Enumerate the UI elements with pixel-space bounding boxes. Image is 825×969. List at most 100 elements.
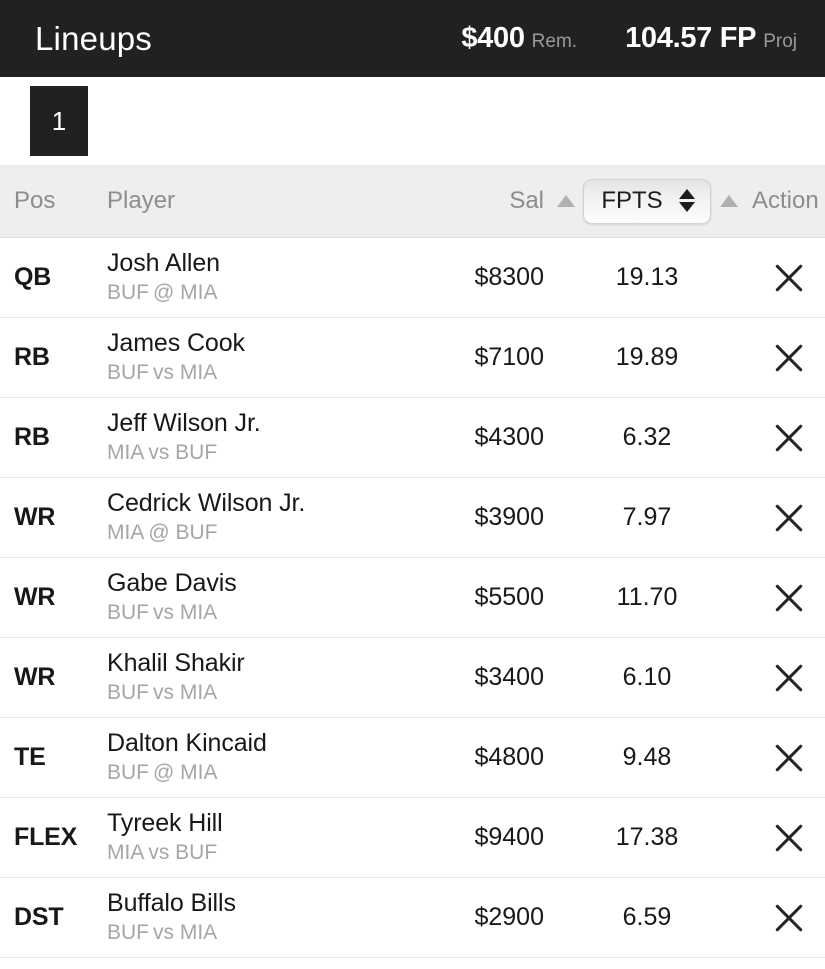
player-opponent: vs MIA xyxy=(153,360,218,384)
lineup-tab-strip: 1 xyxy=(0,77,825,165)
remove-player-button[interactable] xyxy=(752,901,825,935)
player-matchup: BUF vs MIA xyxy=(107,600,217,626)
close-icon xyxy=(772,421,806,455)
table-row[interactable]: FLEX Tyreek Hill MIA vs BUF $9400 17.38 xyxy=(0,798,825,878)
remove-player-button[interactable] xyxy=(752,421,825,455)
sort-updown-icon xyxy=(678,189,695,212)
player-name: Jeff Wilson Jr. xyxy=(107,408,261,437)
player-fpts: 19.89 xyxy=(615,343,679,371)
player-team: BUF xyxy=(107,680,149,704)
lineup-screen: Lineups $400 Rem. 104.57 FP Proj 1 Pos P… xyxy=(0,0,825,969)
remove-player-button[interactable] xyxy=(752,501,825,535)
player-cell[interactable]: Josh Allen BUF @ MIA xyxy=(107,249,442,306)
player-team: BUF xyxy=(107,600,149,624)
player-cell[interactable]: Jeff Wilson Jr. MIA vs BUF xyxy=(107,409,442,466)
player-cell[interactable]: Cedrick Wilson Jr. MIA @ BUF xyxy=(107,489,442,546)
lineup-tab-1[interactable]: 1 xyxy=(30,86,88,156)
player-cell[interactable]: Gabe Davis BUF vs MIA xyxy=(107,569,442,626)
player-salary: $5500 xyxy=(474,583,544,611)
projected-points-stat: 104.57 FP Proj xyxy=(625,22,797,55)
table-footer-space xyxy=(0,958,825,969)
remove-player-button[interactable] xyxy=(752,341,825,375)
player-opponent: vs MIA xyxy=(153,680,218,704)
player-matchup: MIA vs BUF xyxy=(107,440,217,466)
player-cell[interactable]: Tyreek Hill MIA vs BUF xyxy=(107,809,442,866)
player-team: BUF xyxy=(107,280,149,304)
column-header-player[interactable]: Player xyxy=(107,187,442,215)
player-salary: $8300 xyxy=(474,263,544,291)
close-icon xyxy=(772,341,806,375)
player-salary: $3900 xyxy=(474,503,544,531)
player-matchup: BUF @ MIA xyxy=(107,760,218,786)
player-team: BUF xyxy=(107,360,149,384)
remove-player-button[interactable] xyxy=(752,261,825,295)
player-fpts: 6.10 xyxy=(622,663,672,691)
salary-remaining-stat: $400 Rem. xyxy=(461,22,577,55)
table-row[interactable]: WR Gabe Davis BUF vs MIA $5500 11.70 xyxy=(0,558,825,638)
player-position: DST xyxy=(14,903,64,931)
player-opponent: @ MIA xyxy=(153,280,218,304)
column-header-fpts[interactable]: FPTS xyxy=(583,178,711,224)
remove-player-button[interactable] xyxy=(752,821,825,855)
player-fpts: 17.38 xyxy=(615,823,679,851)
player-opponent: vs BUF xyxy=(148,440,218,464)
column-header-action: Action xyxy=(752,187,819,214)
player-fpts: 7.97 xyxy=(622,503,672,531)
player-team: MIA xyxy=(107,520,145,544)
player-name: Tyreek Hill xyxy=(107,808,223,837)
table-body: QB Josh Allen BUF @ MIA $8300 19.13 RB James Co… xyxy=(0,238,825,958)
lineup-table: Pos Player Sal FPTS Action QB Josh Allen B… xyxy=(0,165,825,958)
table-row[interactable]: QB Josh Allen BUF @ MIA $8300 19.13 xyxy=(0,238,825,318)
player-fpts: 6.32 xyxy=(622,423,672,451)
projected-points-label: Proj xyxy=(763,31,797,52)
close-icon xyxy=(772,821,806,855)
sal-sort-button[interactable] xyxy=(544,195,588,207)
player-matchup: MIA @ BUF xyxy=(107,520,218,546)
player-team: BUF xyxy=(107,760,149,784)
caret-up-icon xyxy=(557,195,575,207)
player-opponent: vs MIA xyxy=(153,600,218,624)
table-row[interactable]: DST Buffalo Bills BUF vs MIA $2900 6.59 xyxy=(0,878,825,958)
player-salary: $7100 xyxy=(474,343,544,371)
remove-player-button[interactable] xyxy=(752,661,825,695)
column-header-pos[interactable]: Pos xyxy=(0,187,107,215)
close-icon xyxy=(772,261,806,295)
player-cell[interactable]: Khalil Shakir BUF vs MIA xyxy=(107,649,442,706)
app-header: Lineups $400 Rem. 104.57 FP Proj xyxy=(0,0,825,77)
close-icon xyxy=(772,581,806,615)
player-cell[interactable]: Buffalo Bills BUF vs MIA xyxy=(107,889,442,946)
close-icon xyxy=(772,741,806,775)
remove-player-button[interactable] xyxy=(752,741,825,775)
player-name: Gabe Davis xyxy=(107,568,237,597)
player-position: TE xyxy=(14,743,46,771)
salary-remaining-label: Rem. xyxy=(531,31,578,52)
projected-points-value: 104.57 FP xyxy=(625,22,757,54)
player-name: Cedrick Wilson Jr. xyxy=(107,488,306,517)
player-salary: $4800 xyxy=(474,743,544,771)
player-opponent: vs BUF xyxy=(148,840,218,864)
player-opponent: @ MIA xyxy=(153,760,218,784)
table-row[interactable]: WR Khalil Shakir BUF vs MIA $3400 6.10 xyxy=(0,638,825,718)
player-team: MIA xyxy=(107,440,145,464)
player-cell[interactable]: Dalton Kincaid BUF @ MIA xyxy=(107,729,442,786)
player-matchup: BUF vs MIA xyxy=(107,920,217,946)
player-cell[interactable]: James Cook BUF vs MIA xyxy=(107,329,442,386)
player-fpts: 6.59 xyxy=(622,903,672,931)
player-position: FLEX xyxy=(14,823,78,851)
table-row[interactable]: WR Cedrick Wilson Jr. MIA @ BUF $3900 7.97 xyxy=(0,478,825,558)
fpts-sort-button[interactable]: FPTS xyxy=(583,178,711,224)
player-matchup: MIA vs BUF xyxy=(107,840,217,866)
player-position: WR xyxy=(14,663,56,691)
column-header-sal[interactable]: Sal xyxy=(442,187,544,215)
remove-player-button[interactable] xyxy=(752,581,825,615)
table-row[interactable]: RB James Cook BUF vs MIA $7100 19.89 xyxy=(0,318,825,398)
player-salary: $4300 xyxy=(474,423,544,451)
close-icon xyxy=(772,661,806,695)
table-row[interactable]: RB Jeff Wilson Jr. MIA vs BUF $4300 6.32 xyxy=(0,398,825,478)
table-row[interactable]: TE Dalton Kincaid BUF @ MIA $4800 9.48 xyxy=(0,718,825,798)
player-team: BUF xyxy=(107,920,149,944)
player-fpts: 9.48 xyxy=(622,743,672,771)
action-sort-button[interactable] xyxy=(706,195,752,207)
player-name: Dalton Kincaid xyxy=(107,728,267,757)
player-name: Buffalo Bills xyxy=(107,888,236,917)
